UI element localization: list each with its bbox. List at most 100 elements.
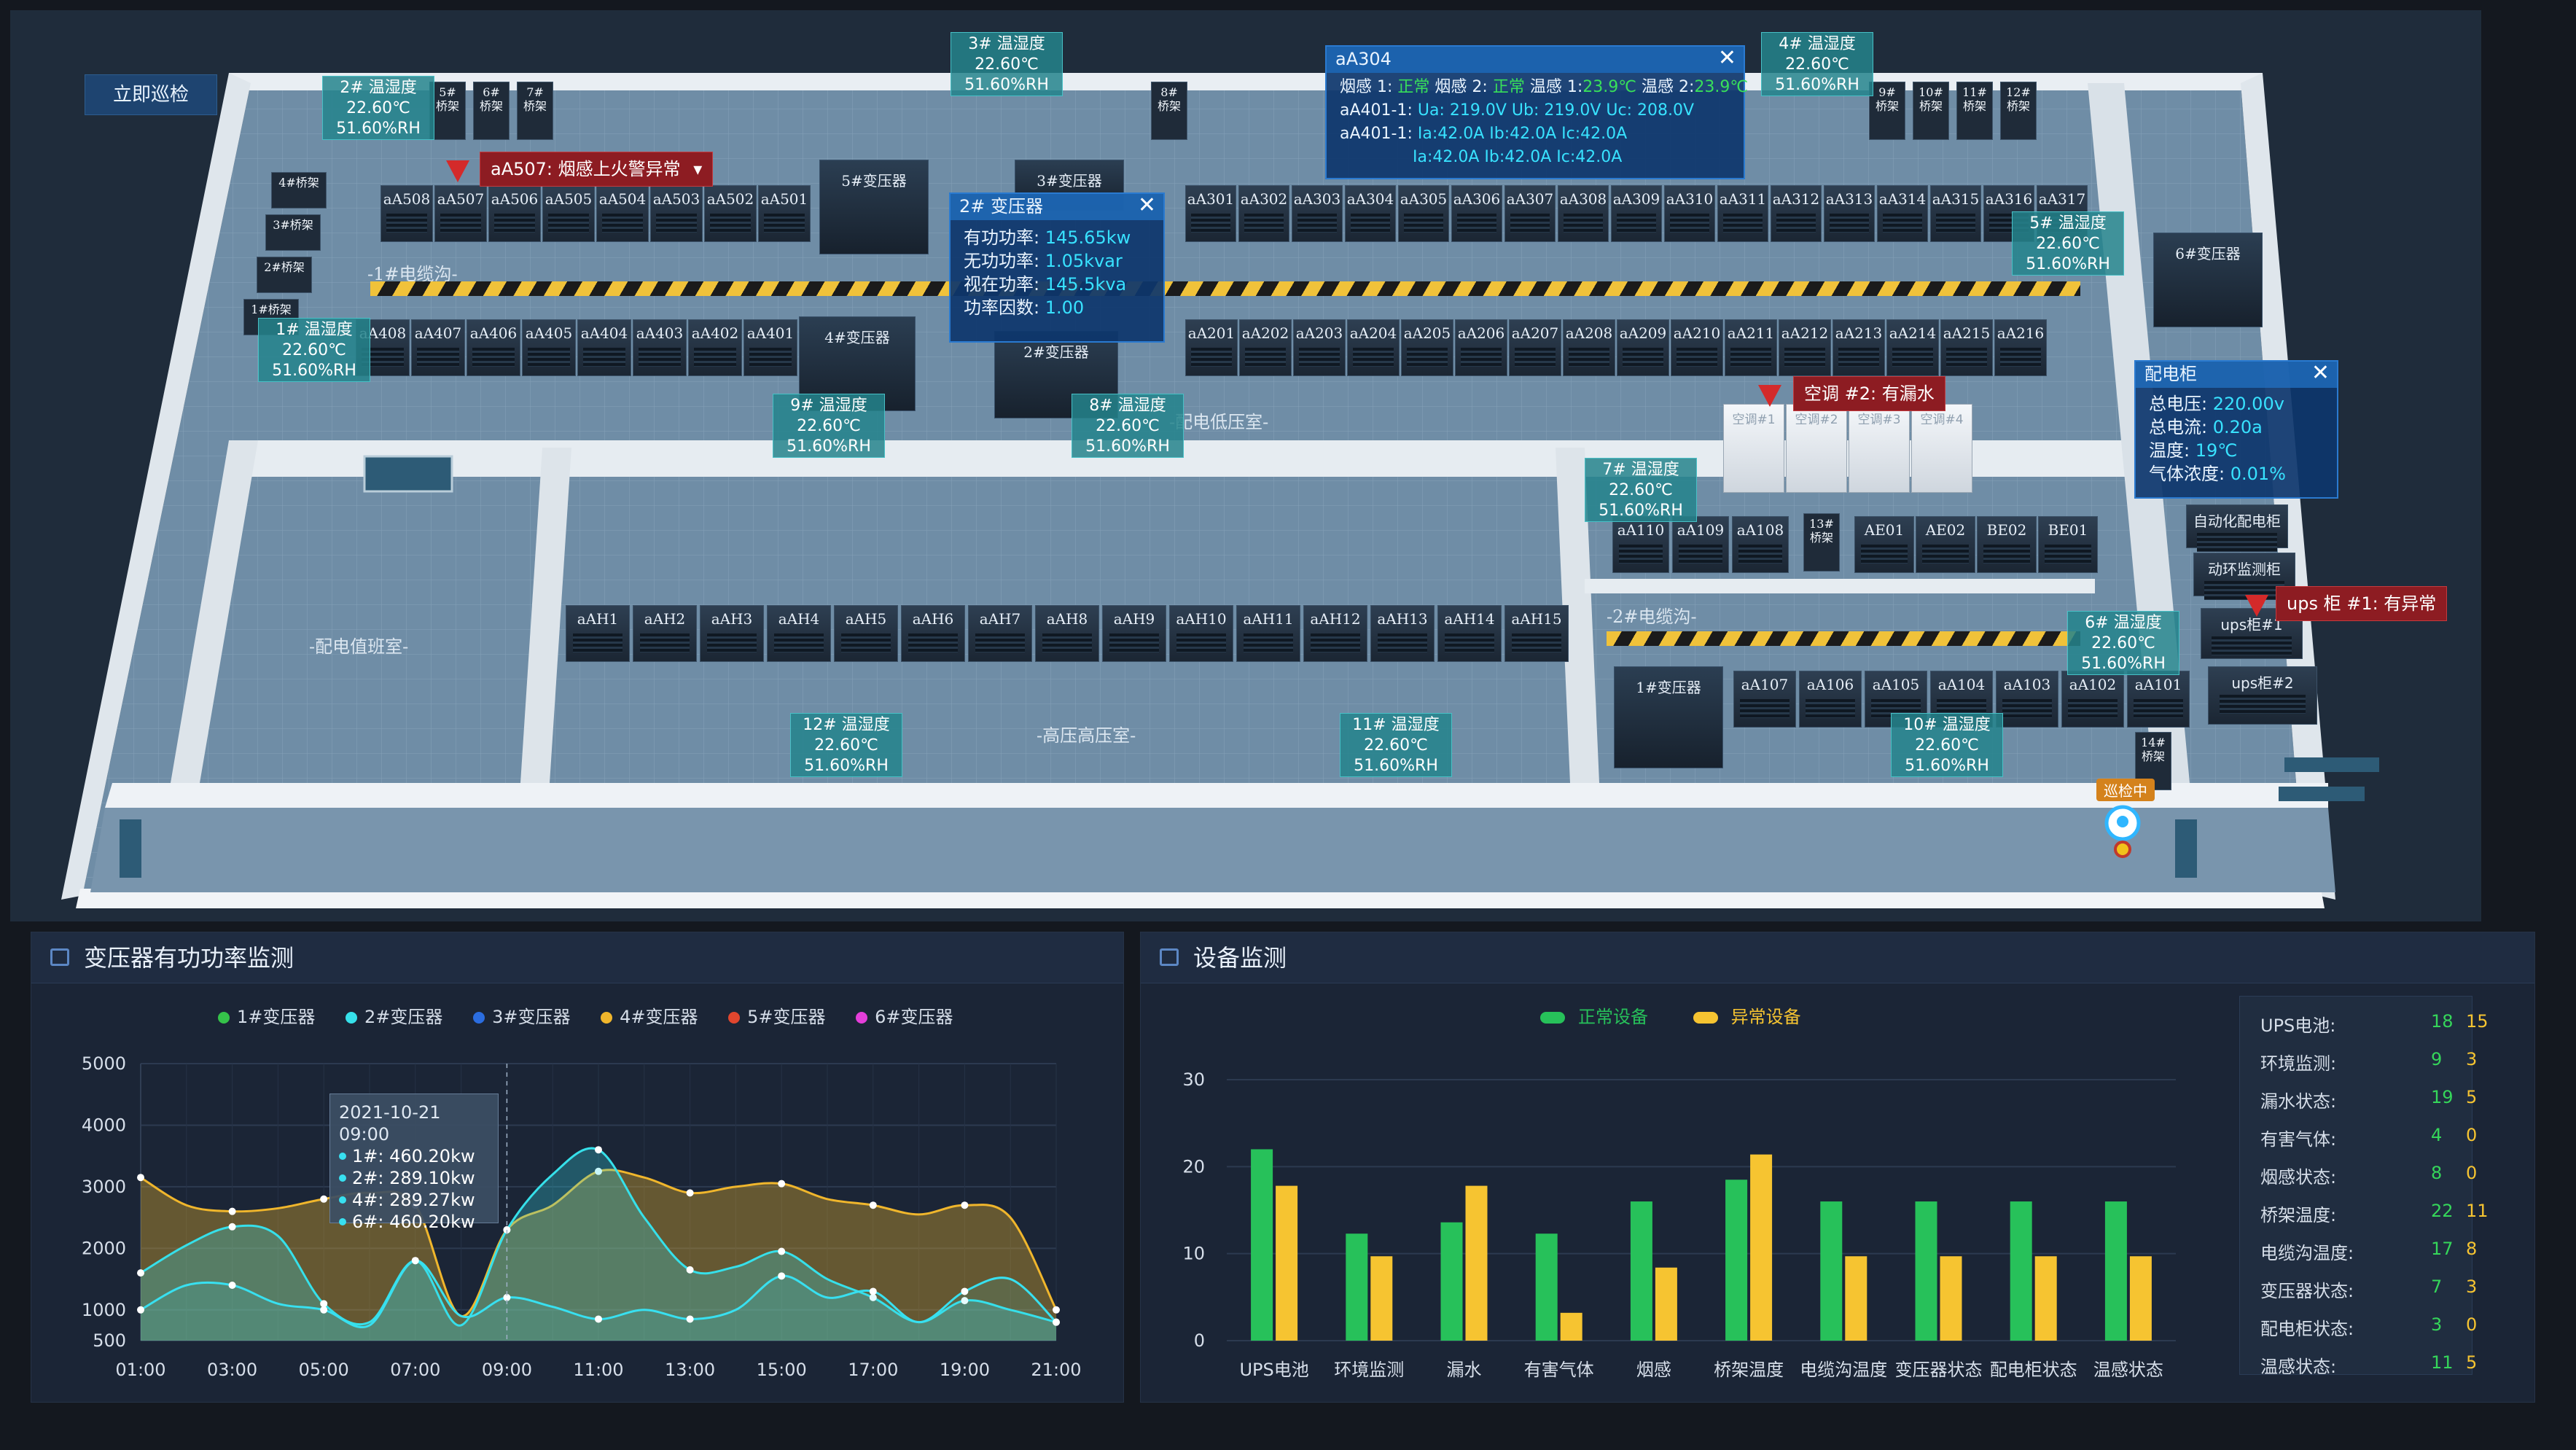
rack-aA501[interactable]: aA501 [758, 185, 811, 242]
rack-aAH5[interactable]: aAH5 [834, 605, 898, 662]
alarm-aA507[interactable]: aA507: 烟感上火警异常 ▾ [480, 152, 714, 187]
device-popup-transformer-2[interactable]: 2# 变压器 ✕ 有功功率: 145.65kw 无功功率: 1.05kvar 视在… [949, 192, 1165, 343]
alarm-caret-icon[interactable]: ▾ [693, 159, 702, 179]
temp-sensor-1[interactable]: 1# 温湿度 22.60℃ 51.60%RH [258, 318, 370, 382]
ups-cabinet-2[interactable]: ups柜#2 [2208, 666, 2317, 725]
rack-aA303[interactable]: aA303 [1292, 185, 1343, 242]
rack-aA110[interactable]: aA110 [1612, 516, 1669, 573]
temp-sensor-11[interactable]: 11# 温湿度 22.60℃ 51.60%RH [1340, 713, 1452, 777]
transformer-5[interactable]: 5#变压器 [819, 160, 929, 254]
bridge-7[interactable]: 7# 桥架 [517, 82, 553, 140]
rack-AE02[interactable]: AE02 [1916, 516, 1975, 573]
temp-sensor-2[interactable]: 2# 温湿度 22.60℃ 51.60%RH [322, 76, 434, 140]
bridge-5[interactable]: 5# 桥架 [429, 82, 466, 140]
rack-aA504[interactable]: aA504 [596, 185, 649, 242]
temp-sensor-10[interactable]: 10# 温湿度 22.60℃ 51.60%RH [1891, 713, 2003, 777]
rack-aA109[interactable]: aA109 [1672, 516, 1729, 573]
rack-aA212[interactable]: aA212 [1779, 319, 1831, 376]
patrol-robot[interactable]: 巡检中 [2096, 779, 2155, 860]
ac-unit-2[interactable]: 空调#2 [1786, 404, 1847, 493]
rack-aAH7[interactable]: aAH7 [968, 605, 1032, 662]
rack-aA211[interactable]: aA211 [1725, 319, 1777, 376]
rack-aA307[interactable]: aA307 [1504, 185, 1556, 242]
rack-aA208[interactable]: aA208 [1563, 319, 1615, 376]
floor-plan-view[interactable]: 立即巡检 -1#电缆沟- -2#电缆沟- -配电低压室- -配电值班室- -高压… [10, 10, 2481, 921]
rack-aA102[interactable]: aA102 [2061, 671, 2124, 728]
rack-aA206[interactable]: aA206 [1455, 319, 1507, 376]
rack-aA401[interactable]: aA401 [743, 319, 797, 376]
bridge-11[interactable]: 11# 桥架 [1956, 82, 1993, 140]
rack-aA508[interactable]: aA508 [380, 185, 433, 242]
rack-aAH1[interactable]: aAH1 [566, 605, 630, 662]
alarm-ups-1[interactable]: ups 柜 #1: 有异常 [2276, 586, 2448, 621]
rack-aA402[interactable]: aA402 [688, 319, 742, 376]
rack-aA306[interactable]: aA306 [1451, 185, 1502, 242]
rack-aA314[interactable]: aA314 [1877, 185, 1928, 242]
rack-aAH14[interactable]: aAH14 [1437, 605, 1502, 662]
bridge-9[interactable]: 9# 桥架 [1869, 82, 1905, 140]
rack-aA312[interactable]: aA312 [1771, 185, 1822, 242]
rack-aA311[interactable]: aA311 [1717, 185, 1768, 242]
rack-aA313[interactable]: aA313 [1824, 185, 1875, 242]
temp-sensor-9[interactable]: 9# 温湿度 22.60℃ 51.60%RH [773, 394, 885, 458]
temp-sensor-5[interactable]: 5# 温湿度 22.60℃ 51.60%RH [2012, 211, 2124, 276]
temp-sensor-7[interactable]: 7# 温湿度 22.60℃ 51.60%RH [1585, 458, 1697, 522]
rack-aA106[interactable]: aA106 [1799, 671, 1862, 728]
rack-aA213[interactable]: aA213 [1833, 319, 1885, 376]
bridge-12[interactable]: 12# 桥架 [2000, 82, 2037, 140]
alarm-ac-2[interactable]: 空调 #2: 有漏水 [1793, 376, 1945, 411]
automation-cabinet[interactable]: 自动化配电柜 [2186, 504, 2288, 552]
rack-BE02[interactable]: BE02 [1977, 516, 2037, 573]
temp-sensor-6[interactable]: 6# 温湿度 22.60℃ 51.60%RH [2067, 611, 2179, 675]
rack-aA406[interactable]: aA406 [467, 319, 520, 376]
rack-aAH9[interactable]: aAH9 [1102, 605, 1166, 662]
rack-AE01[interactable]: AE01 [1854, 516, 1914, 573]
rack-aA305[interactable]: aA305 [1398, 185, 1449, 242]
rack-aA405[interactable]: aA405 [522, 319, 576, 376]
rack-aA505[interactable]: aA505 [542, 185, 595, 242]
ac-unit-1[interactable]: 空调#1 [1723, 404, 1784, 493]
rack-BE01[interactable]: BE01 [2038, 516, 2098, 573]
bridge-2[interactable]: 2#桥架 [257, 257, 312, 293]
rack-aA304[interactable]: aA304 [1345, 185, 1396, 242]
ac-unit-4[interactable]: 空调#4 [1911, 404, 1972, 493]
device-popup-cabinet[interactable]: 配电柜 ✕ 总电压: 220.00v 总电流: 0.20a 温度: 19℃ 气体浓… [2134, 360, 2338, 499]
rack-aA103[interactable]: aA103 [1996, 671, 2058, 728]
bridge-8[interactable]: 8# 桥架 [1151, 82, 1187, 140]
rack-aA203[interactable]: aA203 [1293, 319, 1346, 376]
rack-aA506[interactable]: aA506 [488, 185, 541, 242]
temp-sensor-3[interactable]: 3# 温湿度 22.60℃ 51.60%RH [951, 32, 1063, 96]
rack-aAH3[interactable]: aAH3 [700, 605, 764, 662]
rack-aA101[interactable]: aA101 [2127, 671, 2190, 728]
rack-aA407[interactable]: aA407 [411, 319, 465, 376]
rack-aA507[interactable]: aA507 [434, 185, 487, 242]
rack-aA502[interactable]: aA502 [704, 185, 757, 242]
bridge-4[interactable]: 4#桥架 [271, 172, 327, 208]
rack-aAH10[interactable]: aAH10 [1169, 605, 1233, 662]
rack-aA209[interactable]: aA209 [1617, 319, 1669, 376]
rack-aAH15[interactable]: aAH15 [1504, 605, 1569, 662]
rack-aAH11[interactable]: aAH11 [1236, 605, 1300, 662]
rack-aA404[interactable]: aA404 [577, 319, 631, 376]
device-popup-aA304[interactable]: aA304 ✕ 烟感 1: 正常 烟感 2: 正常 温感 1:23.9℃ 温感 2… [1325, 45, 1748, 179]
close-icon[interactable]: ✕ [1138, 194, 1156, 217]
rack-aAH6[interactable]: aAH6 [901, 605, 965, 662]
close-icon[interactable]: ✕ [1718, 47, 1736, 70]
bridge-3[interactable]: 3#桥架 [265, 214, 321, 251]
transformer-6[interactable]: 6#变压器 [2153, 233, 2263, 327]
rack-aA107[interactable]: aA107 [1733, 671, 1796, 728]
temp-sensor-4[interactable]: 4# 温湿度 22.60℃ 51.60%RH [1761, 32, 1873, 96]
rack-aAH2[interactable]: aAH2 [633, 605, 697, 662]
rack-aA309[interactable]: aA309 [1611, 185, 1662, 242]
rack-aA301[interactable]: aA301 [1185, 185, 1236, 242]
transformer-1[interactable]: 1#变压器 [1614, 666, 1723, 768]
rack-aA302[interactable]: aA302 [1238, 185, 1289, 242]
temp-sensor-8[interactable]: 8# 温湿度 22.60℃ 51.60%RH [1072, 394, 1184, 458]
rack-aA315[interactable]: aA315 [1930, 185, 1981, 242]
rack-aA308[interactable]: aA308 [1558, 185, 1609, 242]
rack-aA214[interactable]: aA214 [1886, 319, 1939, 376]
bridge-10[interactable]: 10# 桥架 [1913, 82, 1949, 140]
ac-unit-3[interactable]: 空调#3 [1849, 404, 1910, 493]
power-chart[interactable]: 500 1000 2000 3000 4000 5000 01:00 03:00 05:00 07… [31, 932, 1125, 1403]
rack-aAH4[interactable]: aAH4 [767, 605, 831, 662]
